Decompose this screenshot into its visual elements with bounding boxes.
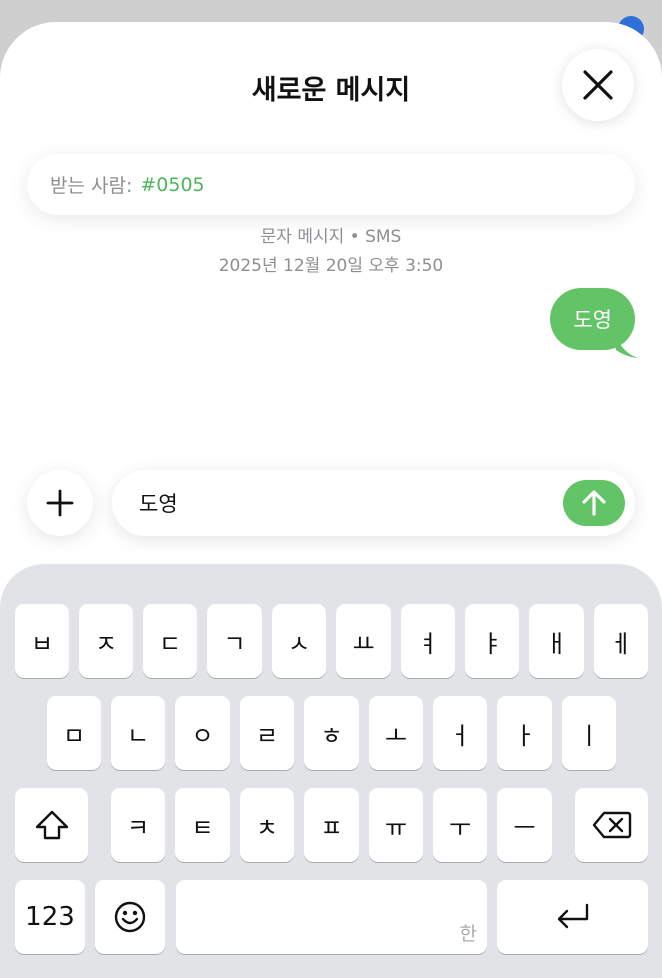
bubble-tail [614,330,638,358]
backspace-key[interactable] [575,788,648,862]
key[interactable]: ㅠ [369,788,423,862]
recipient-field[interactable]: 받는 사람: #0505 [27,154,635,215]
key[interactable]: ㅍ [304,788,359,862]
key[interactable]: ㅡ [497,788,552,862]
key[interactable]: ㅛ [336,604,391,678]
close-button[interactable] [562,49,634,121]
key[interactable]: ㄹ [240,696,294,770]
return-key[interactable] [497,880,648,954]
space-key-label: 한 [459,923,477,945]
key[interactable]: ㅣ [562,696,616,770]
space-key[interactable]: 한 [176,880,487,954]
arrow-up-icon [582,490,606,516]
key[interactable]: ㅁ [47,696,101,770]
key[interactable]: ㅋ [111,788,165,862]
new-message-sheet: 새로운 메시지 받는 사람: #0505 문자 메시지 • SMS 2025년 … [0,22,662,978]
send-button[interactable] [563,480,625,526]
plus-icon [46,489,74,517]
key[interactable]: ㅜ [433,788,487,862]
key[interactable]: ㅇ [175,696,230,770]
key[interactable]: ㅊ [240,788,294,862]
backspace-icon [592,811,631,839]
key[interactable]: ㅔ [594,604,648,678]
key[interactable]: ㄱ [207,604,262,678]
message-timestamp: 2025년 12월 20일 오후 3:50 [218,256,444,276]
korean-keyboard: ㅂ ㅈ ㄷ ㄱ ㅅ ㅛ ㅕ ㅑ ㅐ ㅔ ㅁ ㄴ ㅇ ㄹ ㅎ ㅗ ㅓ ㅏ ㅣ ㅋ … [0,564,662,978]
emoji-icon [114,901,146,933]
recipient-value[interactable]: #0505 [140,174,204,196]
key[interactable]: ㅎ [304,696,359,770]
key[interactable]: ㅑ [465,604,519,678]
shift-icon [35,810,68,840]
key[interactable]: ㅕ [401,604,455,678]
key[interactable]: ㄴ [111,696,165,770]
shift-key[interactable] [15,788,88,862]
numbers-key[interactable]: 123 [15,880,85,954]
message-type-label: 문자 메시지 • SMS [260,227,402,247]
key[interactable]: ㅂ [15,604,69,678]
key[interactable]: ㅐ [529,604,584,678]
key[interactable]: ㅗ [369,696,423,770]
message-input-text: 도영 [139,492,178,516]
key[interactable]: ㅈ [79,604,133,678]
key[interactable]: ㅏ [497,696,552,770]
key[interactable]: ㄷ [143,604,197,678]
message-text: 도영 [573,308,612,332]
key[interactable]: ㅅ [272,604,326,678]
key[interactable]: ㅌ [175,788,230,862]
add-attachment-button[interactable] [27,470,93,536]
message-input[interactable]: 도영 [112,470,635,536]
emoji-key[interactable] [95,880,165,954]
return-icon [557,903,588,929]
close-icon [583,70,613,100]
key[interactable]: ㅓ [433,696,487,770]
recipient-label: 받는 사람: [50,175,133,197]
